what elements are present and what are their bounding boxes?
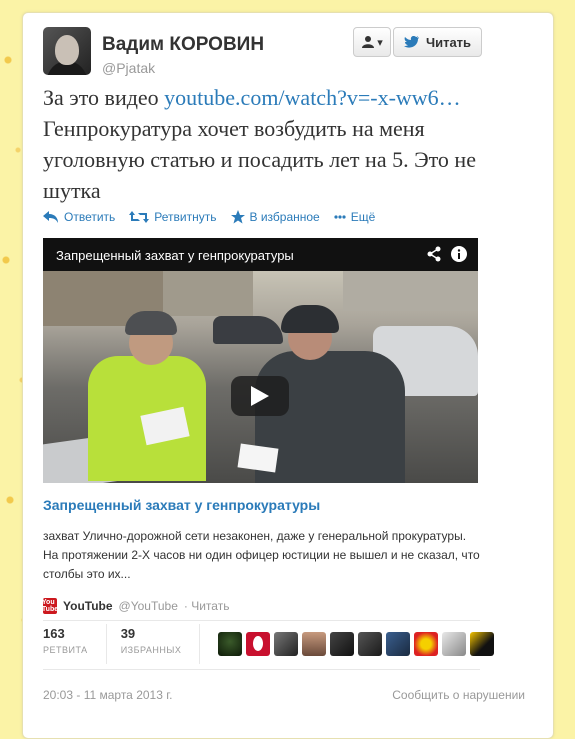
share-icon[interactable] (426, 246, 442, 262)
reply-label: Ответить (64, 210, 116, 224)
tweet-video-link[interactable]: youtube.com/watch?v=-x-ww6… (164, 85, 461, 110)
video-title-bar: Запрещенный захват у генпрокуратуры (43, 238, 478, 271)
user-actions-button[interactable]: ▾ (353, 27, 391, 57)
building (163, 271, 253, 316)
retweet-action[interactable]: Ретвитнуть (129, 210, 217, 224)
retweet-icon (129, 211, 150, 223)
tweet-actions: Ответить Ретвитнуть В избранное Ещё (43, 210, 375, 224)
video-description: захват Улично-дорожной сети незаконен, д… (43, 529, 480, 581)
tweet-stats: 163 РЕТВИТА 39 ИЗБРАННЫХ (43, 620, 495, 668)
video-player-title[interactable]: Запрещенный захват у генпрокуратуры (56, 248, 294, 263)
info-icon[interactable] (451, 246, 467, 262)
divider (43, 669, 480, 670)
favorite-count: 39 (120, 626, 136, 641)
favorite-count-label: ИЗБРАННЫХ (120, 645, 182, 655)
user-avatar-mini[interactable] (414, 632, 439, 656)
play-icon (251, 386, 269, 406)
tweet-text-before: За это видео (43, 85, 165, 110)
favorite-stat[interactable]: 39 ИЗБРАННЫХ (121, 624, 201, 664)
user-avatar-mini[interactable] (330, 632, 355, 656)
car (213, 316, 283, 344)
favorite-action[interactable]: В избранное (230, 210, 320, 224)
video-player[interactable]: Запрещенный захват у генпрокуратуры (43, 238, 478, 483)
follow-label: Читать (425, 34, 472, 50)
tweet-text: За это видео youtube.com/watch?v=-x-ww6…… (43, 82, 488, 206)
user-handle[interactable]: @Pjatak (102, 60, 155, 76)
tweet-timestamp[interactable]: 20:03 - 11 марта 2013 г. (43, 688, 172, 702)
source-follow-link[interactable]: · Читать (184, 599, 230, 613)
user-avatar-mini[interactable] (274, 632, 299, 656)
officer-right (255, 351, 405, 483)
user-avatar-mini[interactable] (246, 632, 271, 656)
person-icon (362, 36, 375, 48)
video-source: You Tube YouTube @YouTube · Читать (41, 598, 230, 614)
user-avatar-mini[interactable] (302, 632, 327, 656)
play-button[interactable] (231, 376, 289, 416)
caret-down-icon: ▾ (377, 36, 383, 49)
user-avatar-mini[interactable] (442, 632, 467, 656)
reply-action[interactable]: Ответить (43, 210, 115, 224)
twitter-bird-icon (403, 36, 419, 48)
favorite-label: В избранное (249, 210, 320, 224)
retweet-count: 163 (43, 626, 65, 641)
avatar-head (55, 35, 79, 65)
user-avatar-mini[interactable] (218, 632, 243, 656)
reply-icon (43, 211, 58, 223)
more-action[interactable]: Ещё (334, 210, 376, 224)
user-avatar[interactable] (43, 27, 91, 75)
officer-right-hat (281, 305, 339, 333)
retweet-stat[interactable]: 163 РЕТВИТА (43, 624, 107, 664)
officer-left-hat (125, 311, 177, 335)
user-avatar-mini[interactable] (470, 632, 495, 656)
video-title-link[interactable]: Запрещенный захват у генпрокуратуры (43, 497, 320, 513)
retweet-count-label: РЕТВИТА (43, 645, 88, 655)
star-icon (230, 210, 245, 224)
more-icon (334, 215, 346, 219)
source-handle[interactable]: @YouTube (119, 599, 178, 613)
tweet-text-after: Генпрокуратура хочет возбудить на меня у… (43, 116, 476, 203)
source-name[interactable]: YouTube (63, 599, 113, 613)
follow-button[interactable]: Читать (393, 27, 482, 57)
more-label: Ещё (350, 210, 376, 224)
user-avatar-mini[interactable] (358, 632, 383, 656)
user-name[interactable]: Вадим КОРОВИН (102, 34, 264, 56)
building (343, 271, 478, 311)
youtube-logo-icon: You Tube (41, 598, 59, 614)
user-avatar-mini[interactable] (386, 632, 411, 656)
paper (237, 443, 279, 473)
favoriters-avatars (218, 632, 495, 656)
retweet-label: Ретвитнуть (154, 210, 217, 224)
report-link[interactable]: Сообщить о нарушении (392, 688, 525, 702)
video-thumbnail (43, 271, 478, 483)
